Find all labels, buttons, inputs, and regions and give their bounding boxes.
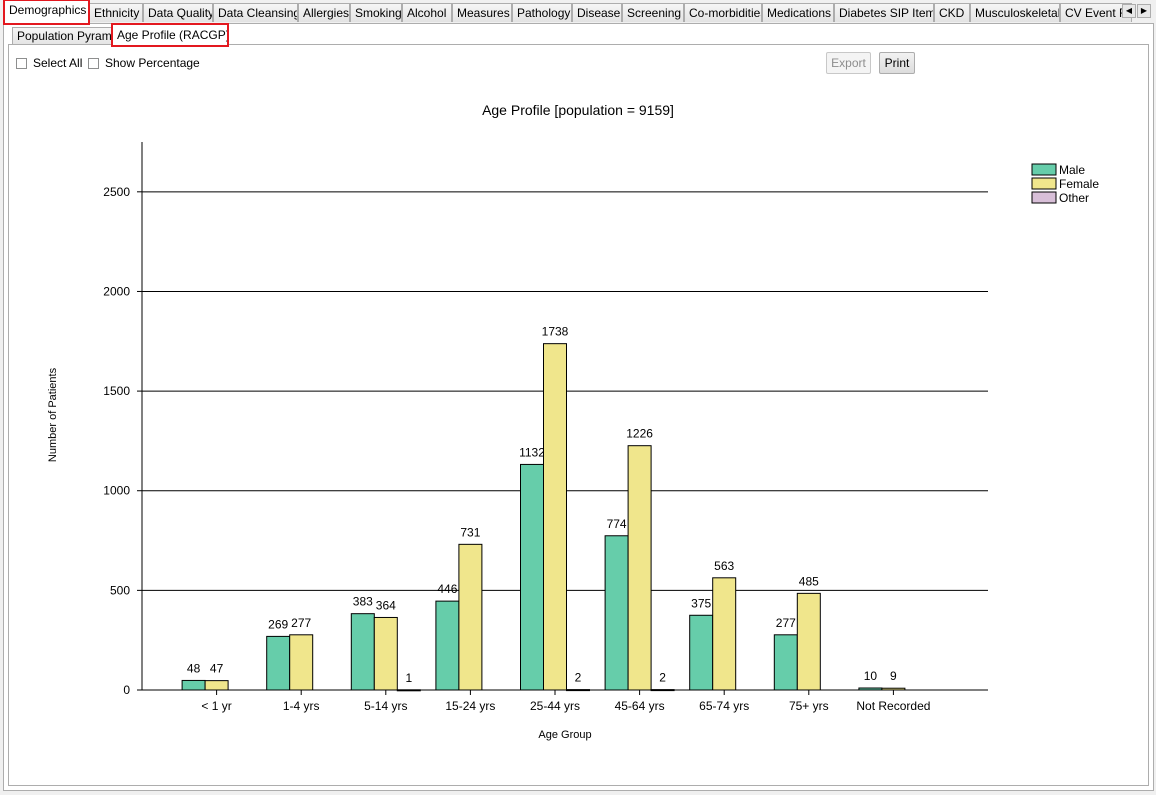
select-all-checkbox[interactable]: Select All: [16, 56, 82, 70]
show-percentage-label: Show Percentage: [105, 56, 200, 70]
select-all-checkbox-box[interactable]: [16, 57, 27, 69]
export-button[interactable]: Export: [826, 52, 871, 74]
tab-alcohol[interactable]: Alcohol: [402, 3, 452, 22]
subtab-population-pyramid[interactable]: Population Pyramid: [12, 27, 112, 45]
tab-measures[interactable]: Measures: [452, 3, 512, 22]
sub-tab-strip: Population Pyramid Age Profile (RACGP): [8, 23, 1148, 47]
tab-smoking[interactable]: Smoking: [350, 3, 402, 22]
tab-disease[interactable]: Disease: [572, 3, 622, 22]
select-all-label: Select All: [33, 56, 83, 70]
tab-co-morbidities[interactable]: Co-morbidities: [684, 3, 762, 22]
tab-screening[interactable]: Screening: [622, 3, 684, 22]
tab-medications[interactable]: Medications: [762, 3, 834, 22]
main-tab-strip: Demographics Ethnicity Data Quality Data Cl…: [0, 0, 1156, 25]
show-percentage-checkbox[interactable]: Show Percentage: [88, 56, 200, 70]
tab-diabetes-sip-items[interactable]: Diabetes SIP Items: [834, 3, 934, 22]
subtab-age-profile-racgp[interactable]: Age Profile (RACGP): [111, 23, 229, 47]
age-profile-panel: [8, 44, 1149, 786]
tab-data-cleansing[interactable]: Data Cleansing: [213, 3, 298, 22]
tab-demographics[interactable]: Demographics: [3, 0, 90, 25]
tab-scroll-right-icon[interactable]: ▶: [1137, 4, 1151, 18]
tab-data-quality[interactable]: Data Quality: [143, 3, 213, 22]
tab-allergies[interactable]: Allergies: [298, 3, 350, 22]
tab-ckd[interactable]: CKD: [934, 3, 970, 22]
tab-scroll-left-icon[interactable]: ◀: [1122, 4, 1136, 18]
tab-pathology[interactable]: Pathology: [512, 3, 572, 22]
tab-musculoskeletal[interactable]: Musculoskeletal: [970, 3, 1060, 22]
print-button[interactable]: Print: [879, 52, 915, 74]
show-percentage-checkbox-box[interactable]: [88, 57, 99, 69]
tab-ethnicity[interactable]: Ethnicity: [89, 3, 143, 22]
